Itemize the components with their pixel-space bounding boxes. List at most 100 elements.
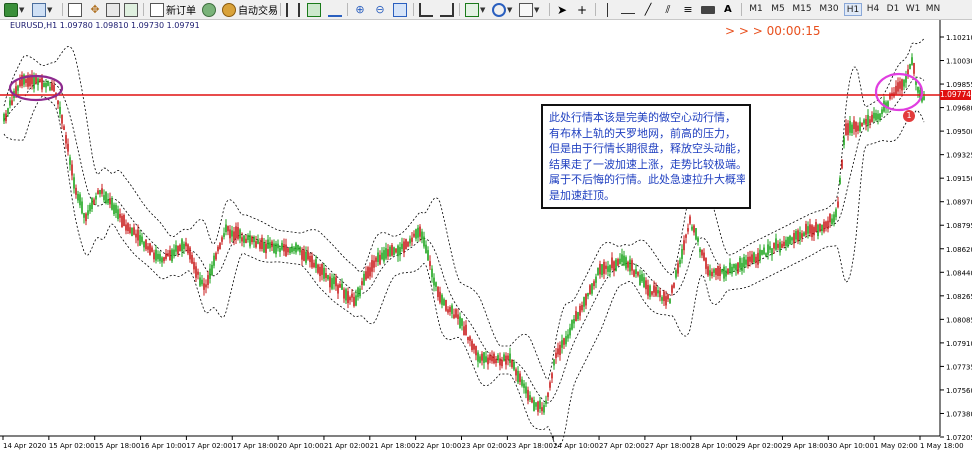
time-label: 27 Apr 02:00 (599, 442, 645, 450)
chart-window[interactable]: 1.10210 1.10030 1.09855 1.09680 1.09500 1.093… (0, 20, 972, 456)
zoom-in-button[interactable]: ⊕ (353, 2, 367, 17)
time-axis: 14 Apr 2020 15 Apr 02:00 15 Apr 18:00 16 Ap… (2, 436, 964, 450)
timeframe-d1[interactable]: D1 (884, 3, 902, 16)
chart-shift-button[interactable] (440, 2, 454, 17)
tile-windows-icon (393, 2, 407, 17)
price-label: 1.07735 (946, 363, 972, 371)
price-label: 1.08440 (946, 269, 972, 277)
auto-trading-label: 自动交易 (238, 6, 278, 17)
annotation-line: 有布林上轨的天罗地网，前高的压力， (549, 126, 736, 140)
countdown-timer: > > > 00:00:15 (725, 24, 821, 38)
horizontal-line-button[interactable] (621, 2, 635, 17)
auto-scroll-button[interactable] (419, 2, 433, 17)
trendline-button[interactable]: ╱ (641, 2, 655, 17)
price-label: 1.10210 (946, 34, 972, 42)
toolbar-separator (741, 3, 742, 16)
crosshair-icon: + (576, 2, 588, 17)
profiles-icon (32, 2, 46, 17)
navigator-button[interactable]: ✥ (88, 2, 102, 17)
channel-button[interactable]: ⫽ (661, 2, 675, 17)
timeframe-m1[interactable]: M1 (746, 3, 766, 16)
chevron-down-icon: ▼ (480, 5, 486, 14)
time-label: 23 Apr 18:00 (507, 442, 553, 450)
price-label: 1.07560 (946, 387, 972, 395)
price-label: 1.09325 (946, 152, 972, 160)
price-label: 1.09680 (946, 105, 972, 113)
price-label: 1.08620 (946, 246, 972, 254)
vertical-line-icon (607, 2, 615, 17)
timeframe-w1[interactable]: W1 (904, 3, 922, 16)
tester-button[interactable] (124, 2, 138, 17)
time-label: 21 Apr 02:00 (324, 442, 370, 450)
fibonacci-button[interactable]: ≡ (681, 2, 695, 17)
line-chart-button[interactable] (328, 2, 342, 17)
price-label: 1.10030 (946, 58, 972, 66)
current-price-label: 1.09774 (940, 90, 972, 100)
price-label: 1.08970 (946, 199, 972, 207)
trendline-icon: ╱ (644, 2, 652, 16)
time-label: 29 Apr 02:00 (737, 442, 783, 450)
timeframe-m5[interactable]: M5 (768, 3, 788, 16)
timeframe-m30[interactable]: M30 (816, 3, 842, 16)
price-label: 1.08085 (946, 316, 972, 324)
time-label: 28 Apr 10:00 (691, 442, 737, 450)
annotation-box: 此处行情本该是完美的做空心动行情， 有布林上轨的天罗地网，前高的压力， 但是由于… (541, 104, 751, 209)
candlestick-chart-button[interactable] (307, 2, 321, 17)
toolbar-separator (280, 3, 281, 16)
rectangle-button[interactable] (701, 2, 715, 17)
toolbar-separator (595, 3, 596, 16)
timeframe-m15[interactable]: M15 (790, 3, 814, 16)
clock-icon (492, 2, 506, 17)
window-icon (68, 2, 82, 17)
toolbar-separator (413, 3, 414, 16)
templates-icon (519, 2, 533, 17)
zoom-out-button[interactable]: ⊖ (373, 2, 387, 17)
timeframe-mn[interactable]: MN (924, 3, 942, 16)
price-label: 1.09500 (946, 128, 972, 136)
time-label: 17 Apr 02:00 (186, 442, 232, 450)
new-chart-button[interactable]: ▼ (4, 2, 24, 17)
price-label: 1.07910 (946, 340, 972, 348)
new-order-button[interactable]: 新订单 (150, 2, 196, 17)
crosshair-tool-button[interactable]: + (575, 2, 589, 17)
timeframe-h4[interactable]: H4 (864, 3, 882, 16)
label-icon (701, 5, 715, 14)
market-watch-button[interactable] (68, 2, 82, 17)
price-label: 1.07380 (946, 410, 972, 418)
candlestick-icon (307, 2, 321, 17)
candles (3, 53, 925, 416)
price-label: 1.07205 (946, 434, 972, 442)
tile-windows-button[interactable] (393, 2, 407, 17)
auto-trading-icon (222, 2, 236, 17)
toolbar-separator (143, 3, 144, 16)
time-label: 27 Apr 18:00 (645, 442, 691, 450)
timeframe-h1[interactable]: H1 (844, 3, 862, 16)
toolbar: ▼ ▼ ✥ 新订单 自动交易 ⊕ ⊖ ▼ ▼ ▼ ➤ + ╱ ⫽ ≡ A M1 … (0, 0, 972, 20)
bar-chart-button[interactable] (286, 2, 300, 17)
price-chart[interactable]: 1.10210 1.10030 1.09855 1.09680 1.09500 1.093… (0, 20, 972, 456)
metaeditor-button[interactable] (202, 2, 216, 17)
indicators-button[interactable]: ▼ (465, 2, 485, 17)
terminal-button[interactable] (106, 2, 120, 17)
profiles-button[interactable]: ▼ (32, 2, 52, 17)
horizontal-line-icon (621, 6, 635, 14)
text-tool-button[interactable]: A (722, 2, 732, 17)
time-label: 29 Apr 18:00 (782, 442, 828, 450)
price-label: 1.09150 (946, 175, 972, 183)
time-label: 1 May 02:00 (874, 442, 918, 450)
fibonacci-icon: ≡ (683, 2, 693, 16)
vertical-line-button[interactable] (601, 2, 615, 17)
channel-icon: ⫽ (665, 2, 671, 16)
time-label: 24 Apr 10:00 (553, 442, 599, 450)
zoom-in-icon: ⊕ (355, 2, 365, 16)
cursor-tool-button[interactable]: ➤ (555, 2, 569, 17)
time-label: 14 Apr 2020 (3, 442, 46, 450)
templates-button[interactable]: ▼ (519, 2, 539, 17)
time-label: 20 Apr 10:00 (278, 442, 324, 450)
terminal-icon (106, 2, 120, 17)
toolbar-separator (549, 3, 550, 16)
auto-trading-button[interactable]: 自动交易 (222, 2, 278, 17)
periods-button[interactable]: ▼ (492, 2, 512, 17)
bar-chart-icon (286, 2, 300, 17)
crosshair-move-icon: ✥ (90, 2, 100, 16)
